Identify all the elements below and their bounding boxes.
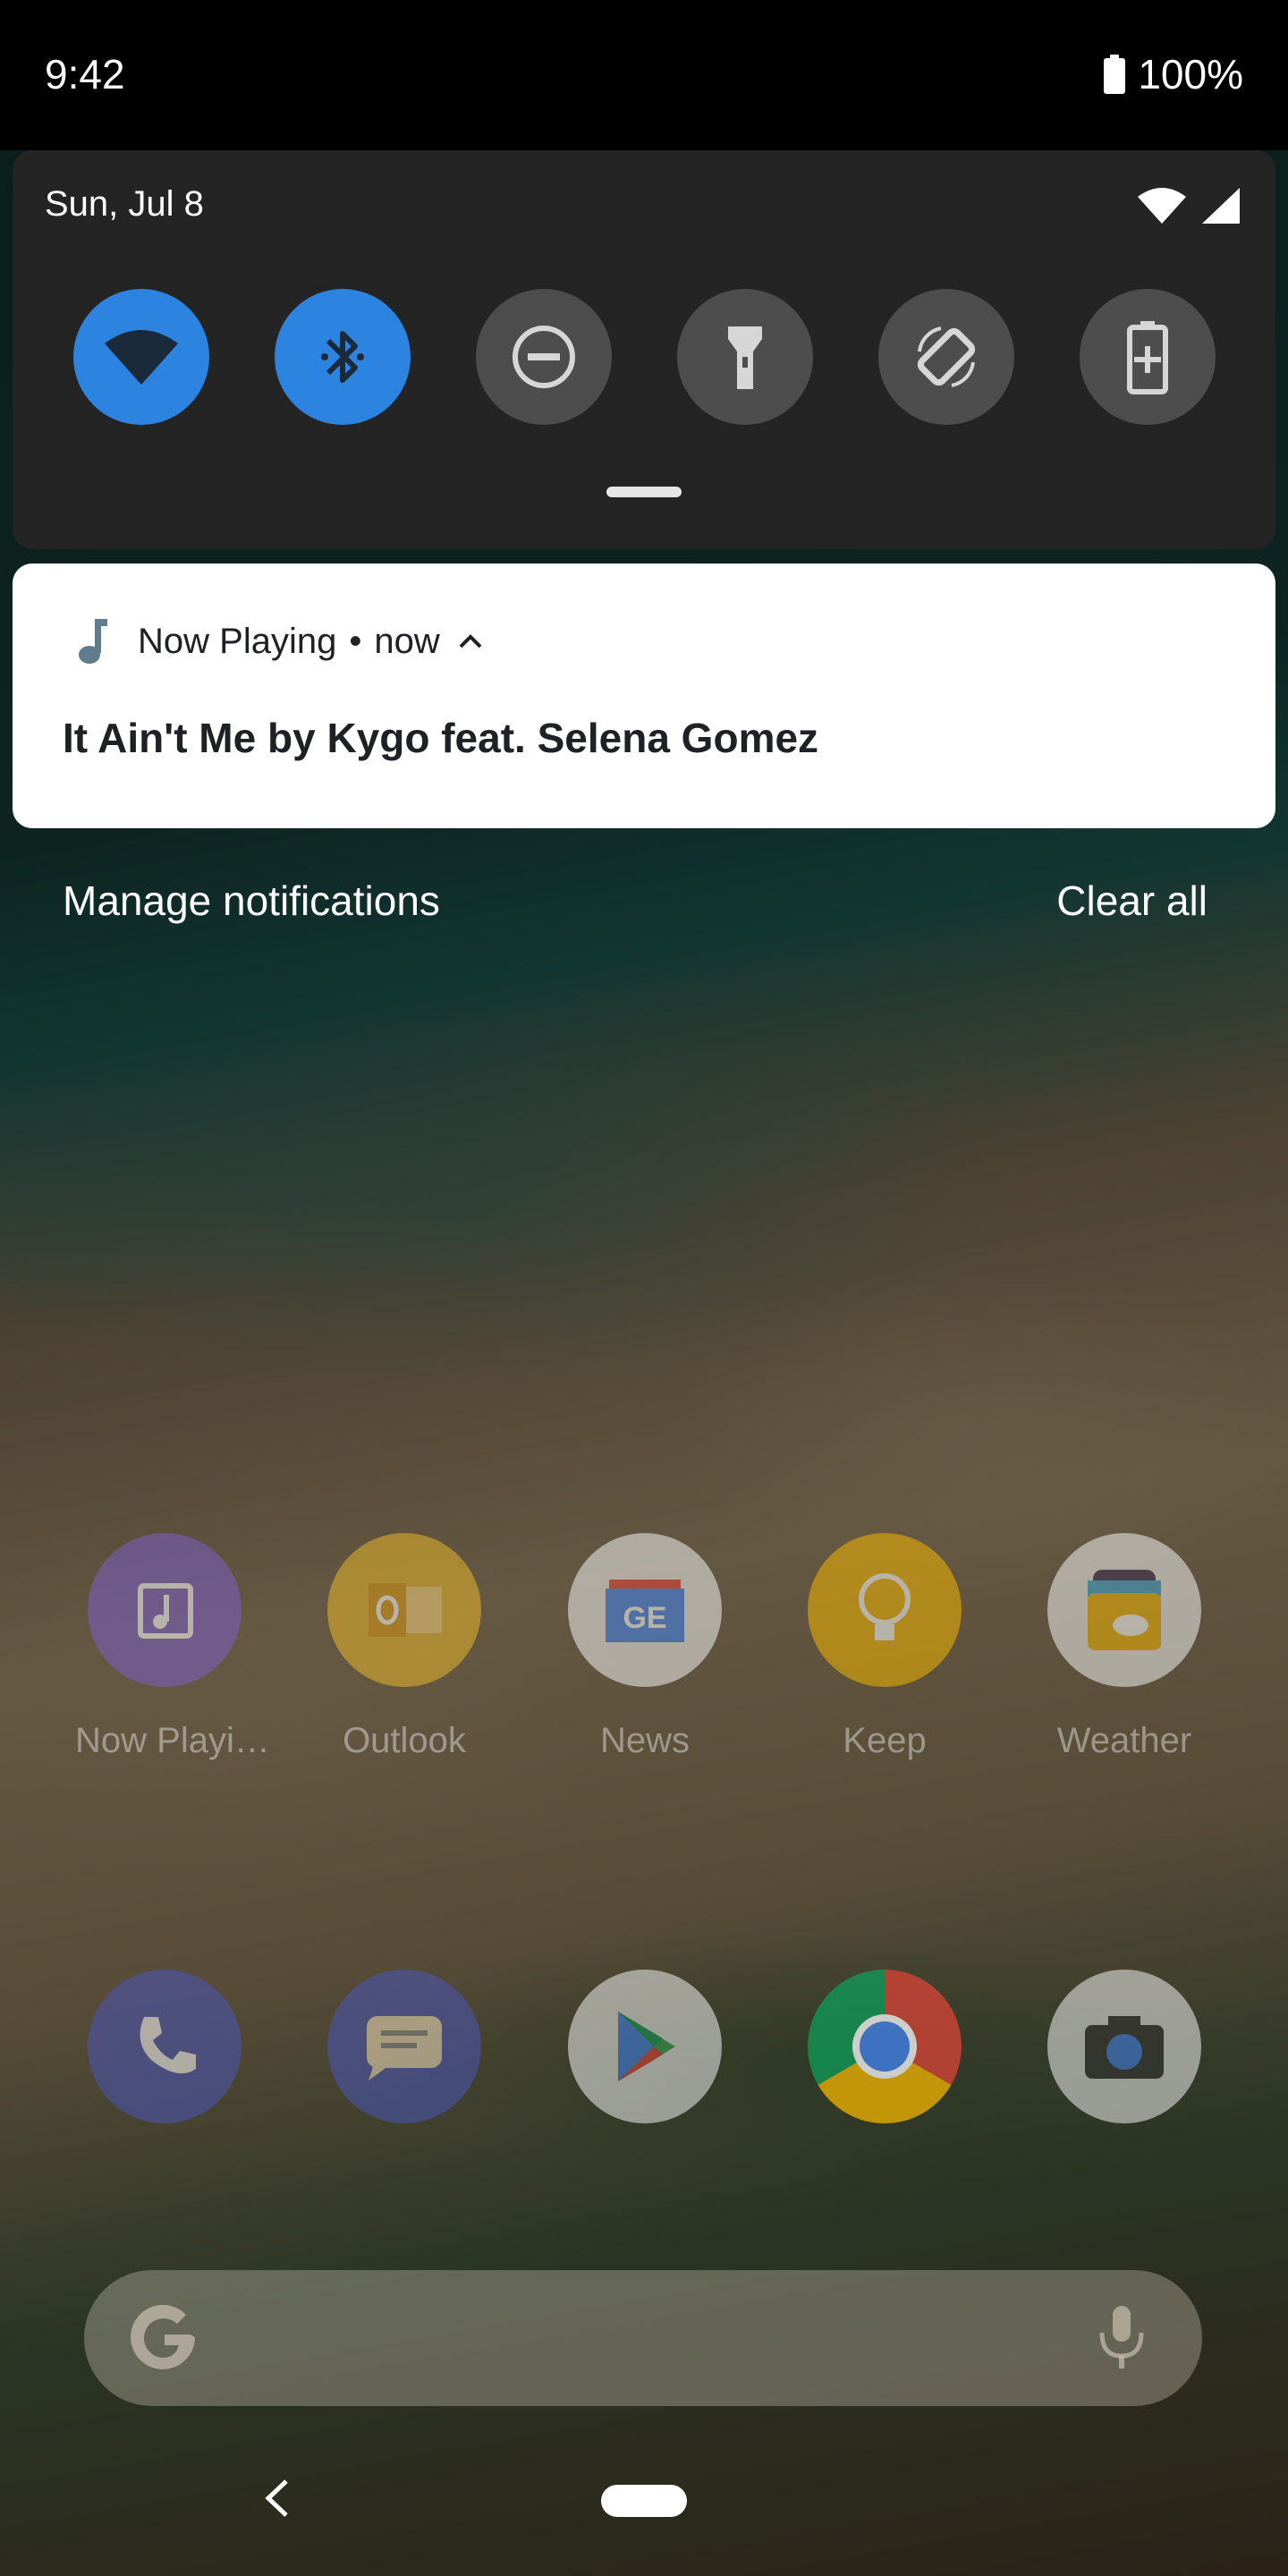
notification-time: now — [374, 621, 440, 661]
app-weather[interactable]: Weather — [1035, 1533, 1214, 1761]
app-camera[interactable] — [1035, 1970, 1214, 2123]
app-label: Keep — [843, 1721, 927, 1760]
qs-expand-handle[interactable] — [606, 487, 682, 497]
status-bar: 9:42 100% — [0, 0, 1288, 150]
battery-saver-tile[interactable] — [1080, 289, 1216, 425]
weather-app-icon — [1047, 1533, 1201, 1687]
auto-rotate-icon — [917, 326, 976, 387]
app-label: News — [599, 1721, 691, 1760]
app-news[interactable]: GE News — [555, 1533, 734, 1761]
svg-text:GE: GE — [623, 1601, 666, 1635]
do-not-disturb-tile[interactable] — [476, 289, 612, 425]
now-playing-notification[interactable]: Now Playing • now It Ain't Me by Kygo fe… — [13, 564, 1275, 828]
auto-rotate-tile[interactable] — [878, 289, 1014, 425]
messages-icon — [327, 1970, 481, 2123]
flashlight-icon — [728, 326, 762, 389]
battery-indicator: 100% — [1104, 50, 1243, 98]
google-search-bar[interactable] — [84, 2270, 1202, 2406]
back-icon[interactable] — [259, 2476, 295, 2521]
quick-settings-tiles — [73, 289, 1227, 425]
wifi-icon — [105, 330, 178, 385]
app-keep[interactable]: Keep — [795, 1533, 974, 1761]
status-clock: 9:42 — [45, 51, 125, 97]
mic-icon[interactable] — [1095, 2302, 1148, 2374]
notification-title: It Ain't Me by Kygo feat. Selena Gomez — [63, 715, 819, 761]
do-not-disturb-icon — [513, 326, 575, 388]
music-note-icon — [79, 619, 107, 664]
quick-settings-panel: Sun, Jul 8 — [13, 150, 1275, 549]
notification-app-name: Now Playing — [138, 621, 337, 661]
app-label: Weather — [1056, 1721, 1192, 1760]
battery-percent: 100% — [1138, 51, 1243, 97]
keep-app-icon — [808, 1533, 962, 1687]
battery-icon — [1104, 55, 1126, 94]
manage-notifications-button[interactable]: Manage notifications — [63, 877, 440, 925]
battery-saver-icon — [1127, 321, 1168, 394]
app-label: Now Playi… — [75, 1721, 270, 1760]
app-phone[interactable] — [75, 1970, 254, 2123]
qs-status-icons — [1136, 186, 1241, 225]
notification-separator: • — [349, 621, 362, 661]
app-play-store[interactable] — [555, 1970, 734, 2123]
bluetooth-icon — [321, 331, 364, 383]
app-label: Outlook — [343, 1721, 466, 1760]
notification-header: Now Playing • now — [75, 617, 483, 665]
phone-icon — [88, 1970, 242, 2123]
wifi-tile[interactable] — [73, 289, 209, 425]
clear-all-button[interactable]: Clear all — [1056, 877, 1208, 925]
app-outlook[interactable]: Outlook — [315, 1533, 494, 1761]
chevron-up-icon[interactable] — [458, 632, 483, 650]
news-app-icon: GE — [568, 1533, 722, 1687]
camera-icon — [1047, 1970, 1201, 2123]
cell-signal-icon — [1202, 188, 1240, 224]
app-now-playing[interactable]: Now Playi… — [75, 1533, 270, 1761]
app-chrome[interactable] — [795, 1970, 974, 2123]
chrome-icon — [808, 1970, 962, 2123]
google-g-icon — [131, 2304, 195, 2369]
qs-date[interactable]: Sun, Jul 8 — [45, 184, 204, 225]
outlook-app-icon — [327, 1533, 481, 1687]
app-messages[interactable] — [315, 1970, 494, 2123]
now-playing-app-icon — [88, 1533, 242, 1687]
bluetooth-tile[interactable] — [275, 289, 411, 425]
wifi-status-icon — [1138, 188, 1186, 224]
play-store-icon — [568, 1970, 722, 2123]
home-button[interactable] — [601, 2485, 687, 2517]
flashlight-tile[interactable] — [677, 289, 813, 425]
